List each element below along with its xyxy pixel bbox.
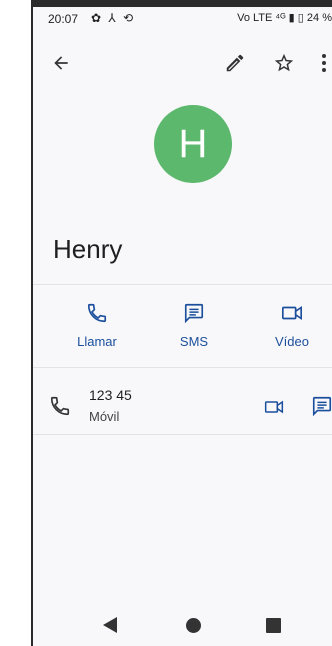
divider-middle bbox=[33, 367, 332, 368]
battery-icon: ▯ bbox=[297, 12, 304, 24]
phone-type-label: Móvil bbox=[89, 409, 120, 424]
device-frame-top bbox=[31, 0, 332, 7]
phone-number: 123 45 bbox=[89, 387, 132, 403]
message-icon bbox=[312, 396, 332, 417]
notification-icons: ✿ ⅄ ⟲ bbox=[91, 11, 136, 25]
status-time: 20:07 bbox=[48, 12, 79, 26]
star-outline-icon bbox=[274, 53, 294, 72]
system-nav-bar bbox=[33, 607, 332, 643]
sms-label: SMS bbox=[179, 334, 209, 349]
more-vert-icon bbox=[322, 54, 326, 72]
status-right: Vo LTE ⁴ᴳ ▮ ▯ 24 % bbox=[237, 11, 332, 24]
favorite-button[interactable] bbox=[268, 47, 300, 79]
divider-bottom bbox=[33, 434, 332, 435]
phone-icon bbox=[50, 396, 70, 416]
phone-number-row[interactable]: 123 45 Móvil bbox=[33, 375, 332, 435]
videocam-icon bbox=[264, 400, 284, 414]
top-app-bar bbox=[33, 43, 332, 83]
back-button[interactable] bbox=[45, 47, 77, 79]
videocam-icon bbox=[282, 305, 302, 321]
edit-button[interactable] bbox=[219, 47, 251, 79]
network-indicator: Vo LTE ⁴ᴳ bbox=[237, 12, 286, 24]
call-label: Llamar bbox=[77, 334, 117, 349]
pencil-icon bbox=[226, 54, 244, 72]
contact-screen: 20:07 ✿ ⅄ ⟲ Vo LTE ⁴ᴳ ▮ ▯ 24 % H Henry L… bbox=[33, 7, 332, 646]
avatar: H bbox=[154, 105, 232, 183]
nav-home-icon[interactable] bbox=[186, 618, 201, 633]
nav-recents-icon[interactable] bbox=[266, 618, 281, 633]
row-sms-button[interactable] bbox=[311, 395, 332, 422]
avatar-initial: H bbox=[178, 121, 208, 166]
video-action-button[interactable]: Vídeo bbox=[252, 302, 332, 349]
sms-action-button[interactable]: SMS bbox=[154, 302, 234, 349]
nav-back-icon[interactable] bbox=[103, 617, 117, 633]
divider-top bbox=[33, 284, 332, 285]
call-action-button[interactable]: Llamar bbox=[57, 302, 137, 349]
row-video-call-button[interactable] bbox=[262, 397, 286, 422]
video-label: Vídeo bbox=[275, 334, 309, 349]
contact-name: Henry bbox=[53, 234, 123, 264]
message-icon bbox=[184, 303, 204, 324]
signal-icon: ▮ bbox=[288, 12, 295, 24]
status-bar: 20:07 ✿ ⅄ ⟲ Vo LTE ⁴ᴳ ▮ ▯ 24 % bbox=[33, 7, 332, 31]
arrow-back-icon bbox=[54, 56, 68, 70]
phone-icon bbox=[87, 303, 107, 323]
more-options-button[interactable] bbox=[316, 47, 332, 79]
battery-percent: 24 % bbox=[306, 12, 332, 24]
